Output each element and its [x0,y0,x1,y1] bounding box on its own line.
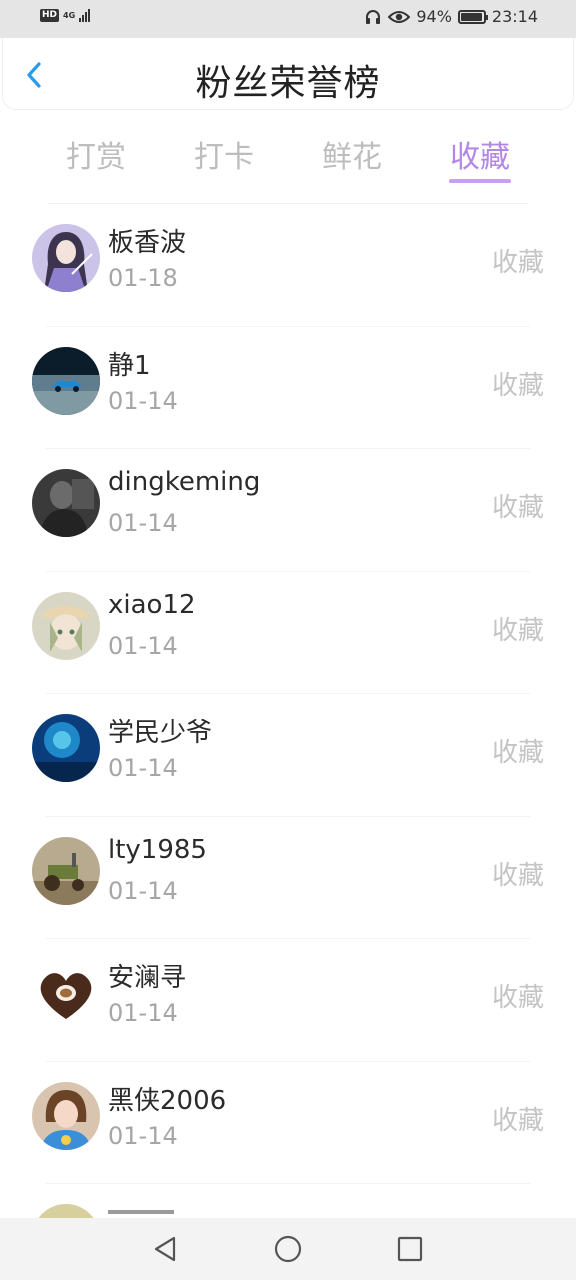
battery-icon [457,9,488,24]
system-nav-bar [0,1218,576,1280]
fan-name: xiao12 [108,589,196,620]
fan-date: 01-14 [108,754,178,782]
home-circle-icon[interactable] [272,1233,304,1265]
fan-action-label: 收藏 [491,983,544,1013]
status-time: 23:14 [491,7,538,26]
woman-photo-avatar[interactable] [32,1081,100,1150]
page-title: 粉丝荣誉榜 [195,63,381,104]
tab-favorites[interactable]: 收藏 [435,132,525,176]
fan-action-label: 收藏 [491,860,544,891]
signal-icon [79,8,91,22]
fan-date: 01-14 [108,386,178,415]
fan-name: 安澜寻 [108,963,187,993]
list-item[interactable]: dingkeming 01-14 收藏 [0,449,576,572]
fan-date: 01-18 [108,264,178,292]
list-item[interactable]: 板香波 01-18 收藏 [0,204,576,327]
back-triangle-icon[interactable] [150,1233,182,1265]
partial-row-graphic [38,1204,174,1218]
anime-cap-avatar[interactable] [32,591,100,660]
eye-icon [388,10,411,23]
status-right: 94% 23:14 [364,7,538,26]
fan-action-label: 收藏 [491,615,544,646]
fan-name: 板香波 [108,228,187,258]
fan-date: 01-14 [108,876,178,905]
recents-square-icon[interactable] [394,1233,426,1265]
coffee-heart-avatar[interactable] [32,959,100,1027]
list-item[interactable]: 黑侠2006 01-14 收藏 [0,1062,576,1184]
blue-car-avatar[interactable] [32,346,100,415]
fan-action-label: 收藏 [491,1105,544,1136]
fan-action-label: 收藏 [491,370,544,401]
fan-list: 板香波 01-18 收藏 静1 01-14 收藏 dingkeming 01-1… [0,204,576,1184]
fan-name: 学民少爷 [108,718,213,748]
list-item[interactable]: 静1 01-14 收藏 [0,327,576,449]
anime-girl-avatar[interactable] [32,224,100,292]
tab-reward[interactable]: 打赏 [51,132,141,176]
fan-date: 01-14 [108,999,178,1027]
tab-bar: 打赏 打卡 鲜花 收藏 [0,124,576,188]
fan-name: 黑侠2006 [108,1085,227,1116]
fan-action-label: 收藏 [491,738,544,768]
fan-date: 01-14 [108,631,178,660]
ocean-avatar[interactable] [32,714,100,782]
tab-checkin[interactable]: 打卡 [179,132,269,176]
dark-photo-avatar[interactable] [32,469,100,537]
tab-flowers[interactable]: 鲜花 [307,132,397,176]
headphones-icon [366,9,381,24]
fan-name: dingkeming [108,467,261,497]
list-item[interactable]: lty1985 01-14 收藏 [0,817,576,939]
status-bar: HD 4G 94% 23:14 [0,0,576,38]
battery-fill [460,12,482,21]
fan-date: 01-14 [108,1121,178,1150]
fan-action-label: 收藏 [491,248,544,278]
fan-name: lty1985 [108,834,207,865]
list-item[interactable]: 学民少爷 01-14 收藏 [0,694,576,817]
fan-action-label: 收藏 [491,493,544,523]
battery-percent: 94% [416,7,452,26]
list-item[interactable]: 安澜寻 01-14 收藏 [0,939,576,1062]
fan-date: 01-14 [108,509,178,537]
tractor-avatar[interactable] [32,836,100,905]
active-tab-indicator [449,179,511,183]
list-item[interactable]: xiao12 01-14 收藏 [0,572,576,694]
network-type: 4G [63,10,76,20]
fan-name: 静1 [108,350,151,381]
hd-badge: HD [40,8,60,22]
title-bar: 粉丝荣誉榜 [2,38,574,110]
status-left: HD 4G [40,8,91,22]
partial-list-item [0,1184,576,1218]
